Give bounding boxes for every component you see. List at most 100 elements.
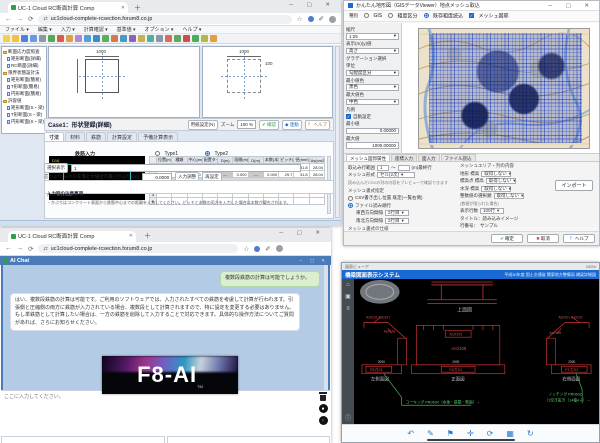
delete-icon[interactable]: ▦ bbox=[506, 429, 514, 438]
sidebar-select-8[interactable]: 黒色▾ bbox=[346, 84, 399, 91]
zoom-in-icon[interactable] bbox=[165, 35, 172, 42]
open-file-icon[interactable] bbox=[12, 35, 19, 42]
flag-icon[interactable]: ⚑ bbox=[447, 429, 454, 438]
microphone-icon[interactable]: ● bbox=[319, 404, 328, 413]
import-button[interactable]: インポート bbox=[555, 180, 593, 191]
table-view-icon[interactable] bbox=[138, 35, 145, 42]
menu-item-3[interactable]: 計算確認 ▾ bbox=[84, 26, 108, 33]
attr-row-select[interactable]: 取得しない▾ bbox=[481, 186, 511, 192]
browser-tab[interactable]: UC-1 Cloud RC断面計算 Comp ✕ bbox=[8, 231, 136, 242]
sidebar-select-1[interactable]: 1:25▾ bbox=[346, 33, 399, 40]
window-controls[interactable]: ─ ▢ ✕ bbox=[279, 230, 326, 236]
save-icon[interactable] bbox=[21, 35, 28, 42]
sidebar-select-6[interactable]: 勾配度区分▾ bbox=[346, 70, 399, 77]
print-preview-icon[interactable] bbox=[48, 35, 55, 42]
help-icon[interactable] bbox=[210, 35, 217, 42]
range-from-field[interactable]: 1 bbox=[377, 165, 389, 171]
move-icon[interactable]: ✛ bbox=[467, 429, 474, 438]
mesh-type-select[interactable]: セル(2次)▾ bbox=[377, 172, 415, 178]
import-tab-0[interactable]: メッシュ図郭属性 bbox=[346, 154, 390, 161]
profile-avatar[interactable] bbox=[329, 16, 336, 23]
forward-icon[interactable]: → bbox=[17, 245, 24, 252]
cut-icon[interactable] bbox=[57, 35, 64, 42]
ns-select[interactable]: 2行目▾ bbox=[385, 218, 409, 224]
tree-item[interactable]: 円形断面(S・梁) bbox=[7, 119, 45, 125]
confirm-button[interactable]: ✔ 確認 bbox=[259, 120, 279, 130]
input-tab-4[interactable]: 予備計算表示 bbox=[138, 132, 178, 141]
profile-avatar[interactable] bbox=[276, 245, 283, 252]
display-select[interactable]: 100行▾ bbox=[480, 208, 504, 214]
ew-select[interactable]: 2行目▾ bbox=[385, 210, 409, 216]
menu-item-4[interactable]: 基準値 ▾ bbox=[117, 26, 136, 33]
bookmark-star-icon[interactable]: ☆ bbox=[243, 245, 249, 253]
cancel-button[interactable]: ✖取消 bbox=[527, 234, 559, 243]
sidebar-input-16[interactable]: 1000.00000 bbox=[346, 142, 399, 149]
attr-row-select[interactable]: 取得しない▾ bbox=[494, 193, 524, 199]
edit-pen-icon[interactable]: ✐ bbox=[319, 15, 324, 23]
tree-item[interactable]: T形断面(S・梁) bbox=[7, 112, 45, 118]
tree-item[interactable]: 矩形断面(S・梁) bbox=[7, 105, 45, 111]
selection-field[interactable]: 1 bbox=[71, 164, 301, 172]
new-tab-button[interactable]: ＋ bbox=[144, 231, 151, 241]
input-tab-1[interactable]: 材料 bbox=[65, 132, 85, 141]
apply-button[interactable]: ◆ 連動 bbox=[282, 120, 302, 130]
back-icon[interactable]: ← bbox=[5, 245, 12, 252]
tree-item[interactable]: T形断面(簡易) bbox=[7, 84, 45, 90]
extension-icon[interactable] bbox=[254, 246, 260, 252]
tree-item[interactable]: 円形断面(簡易) bbox=[7, 91, 45, 97]
import-tab-3[interactable]: ファイル読込 bbox=[441, 154, 476, 161]
bookmark-star-icon[interactable]: ☆ bbox=[297, 15, 303, 23]
sidebar-input-14[interactable]: 0.00000 bbox=[346, 128, 399, 135]
menu-item-1[interactable]: 編集 ▾ bbox=[38, 26, 52, 33]
tree-group[interactable]: 断面応力度照査 bbox=[3, 49, 45, 55]
undo-icon[interactable] bbox=[84, 35, 91, 42]
new-file-icon[interactable] bbox=[3, 35, 10, 42]
reload-icon[interactable]: ⟳ bbox=[28, 15, 33, 23]
attr-row-select[interactable]: 取得しない▾ bbox=[481, 171, 511, 177]
sidebar-select-10[interactable]: 中色▾ bbox=[346, 99, 399, 106]
info-icon[interactable]: ⓘ bbox=[345, 416, 351, 422]
refresh-icon[interactable] bbox=[192, 35, 199, 42]
import-tab-1[interactable]: 座標入力 bbox=[391, 154, 417, 161]
home-icon[interactable]: ⌂ bbox=[346, 282, 350, 288]
input-tab-0[interactable]: 寸法 bbox=[44, 132, 64, 141]
reload-icon[interactable]: ⟳ bbox=[28, 245, 33, 253]
tree-group[interactable]: 限界状態設計法 bbox=[3, 70, 45, 76]
paste-icon[interactable] bbox=[75, 35, 82, 42]
zoom-select[interactable]: 100 % bbox=[237, 120, 256, 129]
input-tab-2[interactable]: 鉄筋 bbox=[86, 132, 106, 141]
range-to-field[interactable] bbox=[398, 165, 410, 171]
tab-close-icon[interactable]: ✕ bbox=[129, 233, 133, 239]
settings-icon[interactable] bbox=[156, 35, 163, 42]
drawing-canvas[interactable]: 上面図 Ac0101 Ac0108 F6ガ01 正面図 2000 As0101 … bbox=[354, 279, 599, 424]
tree-group[interactable]: 許容値 bbox=[3, 98, 45, 104]
forward-icon[interactable]: → bbox=[17, 16, 24, 23]
chat-window-controls[interactable]: ─ ▢ ✕ bbox=[299, 258, 328, 264]
rotate-icon[interactable]: ↻ bbox=[527, 429, 534, 438]
bottom-button-left[interactable] bbox=[1, 436, 165, 443]
report-icon[interactable] bbox=[129, 35, 136, 42]
tree-item[interactable]: 矩形断面(詳細) bbox=[7, 56, 45, 62]
attr-row-select[interactable]: 取得しない▾ bbox=[486, 178, 516, 184]
sidebar-checkbox-12[interactable]: ✓自動設定 bbox=[346, 114, 399, 120]
chat-scrollbar[interactable] bbox=[324, 265, 328, 390]
zoom-out-icon[interactable] bbox=[174, 35, 181, 42]
edit-pen-icon[interactable]: ✐ bbox=[265, 245, 270, 253]
table-cell[interactable]: 28.04 bbox=[309, 164, 324, 171]
tree-item[interactable]: RC断面(詳細) bbox=[7, 63, 45, 69]
chart-view-icon[interactable] bbox=[147, 35, 154, 42]
window-controls[interactable]: ─ ▢ ✕ bbox=[548, 3, 595, 9]
input-tab-3[interactable]: 計算設定 bbox=[107, 132, 137, 141]
radio-file-head[interactable]: ファイル読み頭行 bbox=[348, 203, 456, 209]
back-icon[interactable]: ← bbox=[5, 16, 12, 23]
sidebar-select-3[interactable]: 高さ▾ bbox=[346, 48, 399, 55]
tree-item[interactable]: 矩形断面(簡易) bbox=[7, 77, 45, 83]
help-button[interactable]: ？ ヘルプ bbox=[305, 120, 330, 130]
bottom-button-right[interactable] bbox=[167, 436, 331, 443]
menu-item-5[interactable]: オプション ▾ bbox=[145, 26, 174, 33]
undo-icon[interactable]: ↶ bbox=[407, 429, 414, 438]
scrollbar-vertical[interactable] bbox=[335, 46, 340, 218]
lock-icon[interactable] bbox=[201, 35, 208, 42]
menu-item-6[interactable]: ヘルプ ▾ bbox=[182, 26, 201, 33]
result-view-icon[interactable] bbox=[120, 35, 127, 42]
